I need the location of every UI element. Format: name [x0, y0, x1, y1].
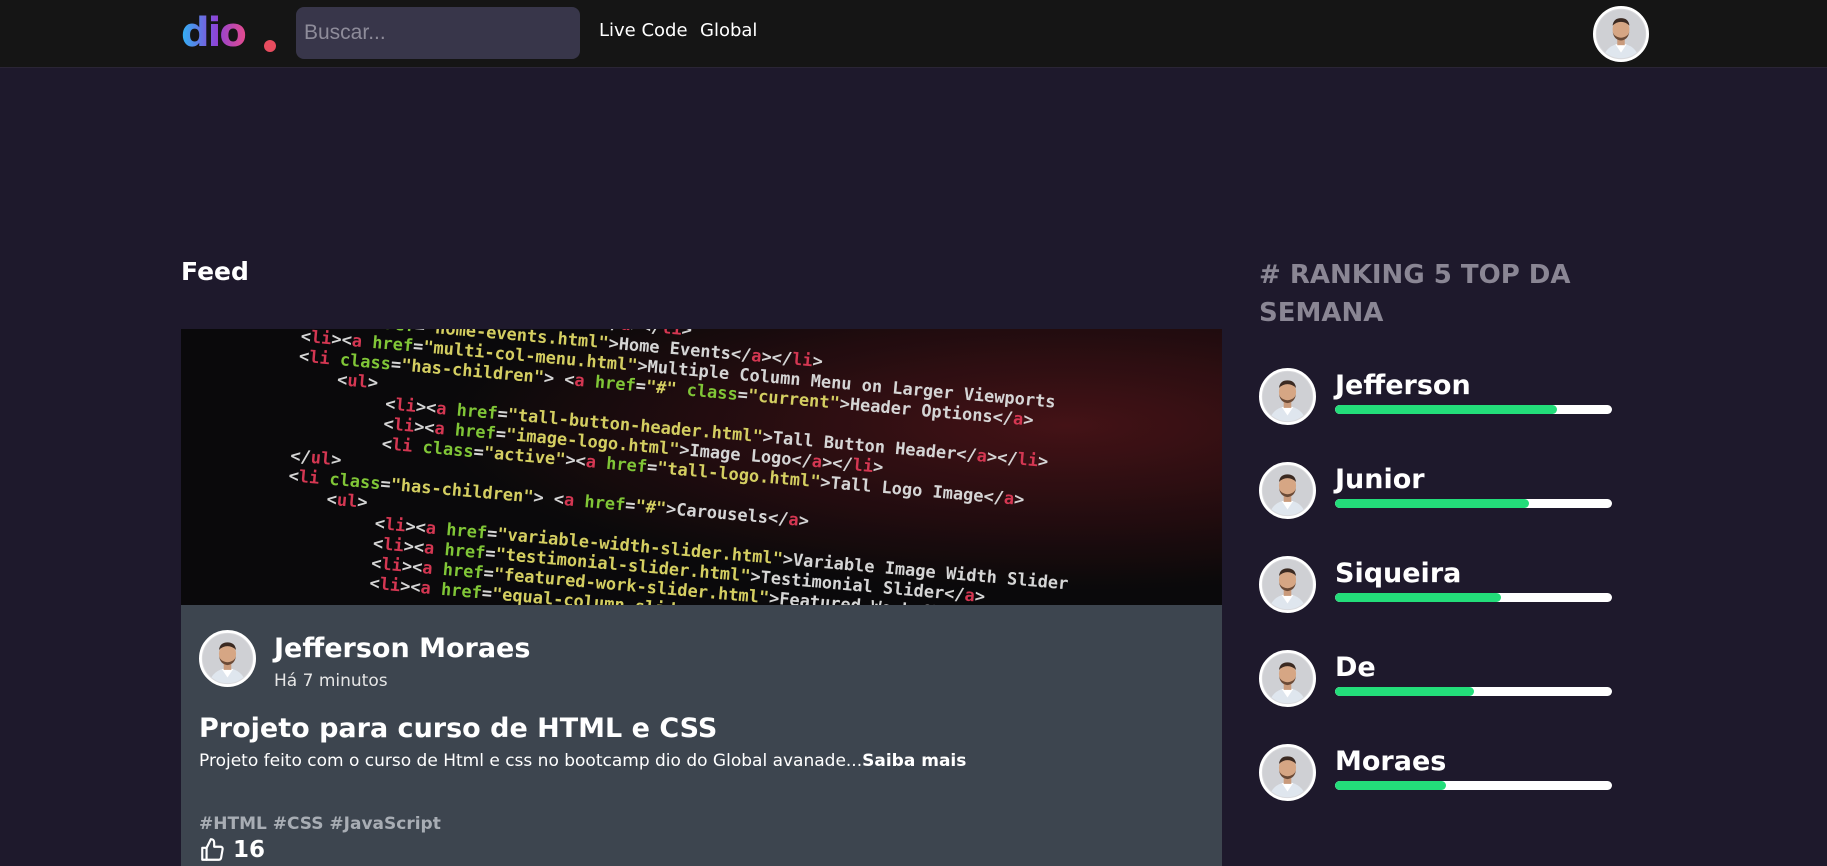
ranking-name: Moraes [1335, 746, 1447, 777]
post-cover-image: <li><a href="index.html">Home</a></li> <… [181, 329, 1222, 605]
ranking-progress-bar [1335, 687, 1612, 696]
ranking-progress-fill [1335, 593, 1502, 602]
ranking-name: Jefferson [1335, 370, 1471, 401]
post-author-name[interactable]: Jefferson Moraes [274, 633, 530, 664]
post-description-text: Projeto feito com o curso de Html e css … [199, 751, 863, 771]
read-more-link[interactable]: Saiba mais [862, 751, 966, 771]
ranking-progress-fill [1335, 499, 1529, 508]
ranking-item[interactable]: Junior [1259, 462, 1619, 520]
feed-title: Feed [181, 257, 249, 286]
post-timestamp: Há 7 minutos [274, 671, 388, 691]
ranking-avatar [1259, 462, 1316, 519]
post-card: <li><a href="index.html">Home</a></li> <… [181, 329, 1222, 866]
user-avatar[interactable] [1593, 6, 1649, 62]
ranking-avatar [1259, 744, 1316, 801]
ranking-name: Junior [1335, 464, 1425, 495]
ranking-avatar [1259, 650, 1316, 707]
post-author-avatar[interactable] [199, 630, 256, 687]
search-input[interactable] [296, 7, 580, 59]
ranking-progress-fill [1335, 405, 1557, 414]
ranking-progress-fill [1335, 781, 1446, 790]
ranking-name: Siqueira [1335, 558, 1462, 589]
post-title: Projeto para curso de HTML e CSS [199, 713, 718, 744]
ranking-item[interactable]: Jefferson [1259, 368, 1619, 426]
ranking-item[interactable]: Moraes [1259, 744, 1619, 802]
post-description: Projeto feito com o curso de Html e css … [199, 751, 966, 771]
post-tags: #HTML #CSS #JavaScript [199, 814, 441, 834]
ranking-progress-bar [1335, 781, 1612, 790]
ranking-name: De [1335, 652, 1376, 683]
ranking-progress-bar [1335, 593, 1612, 602]
thumbs-up-icon [201, 838, 224, 861]
ranking-avatar [1259, 556, 1316, 613]
ranking-progress-bar [1335, 499, 1612, 508]
like-count: 16 [233, 837, 266, 863]
dio-logo[interactable]: dio [181, 10, 277, 56]
ranking-progress-bar [1335, 405, 1612, 414]
ranking-item[interactable]: Siqueira [1259, 556, 1619, 614]
svg-text:dio: dio [181, 15, 245, 52]
top-navigation-bar: dio Live Code Global [0, 0, 1827, 68]
nav-link-global[interactable]: Global [700, 20, 757, 41]
nav-link-live-code[interactable]: Live Code [599, 20, 688, 41]
like-button[interactable]: 16 [199, 837, 265, 863]
ranking-title: # RANKING 5 TOP DA SEMANA [1259, 260, 1571, 328]
ranking-progress-fill [1335, 687, 1474, 696]
ranking-item[interactable]: De [1259, 650, 1619, 708]
ranking-avatar [1259, 368, 1316, 425]
